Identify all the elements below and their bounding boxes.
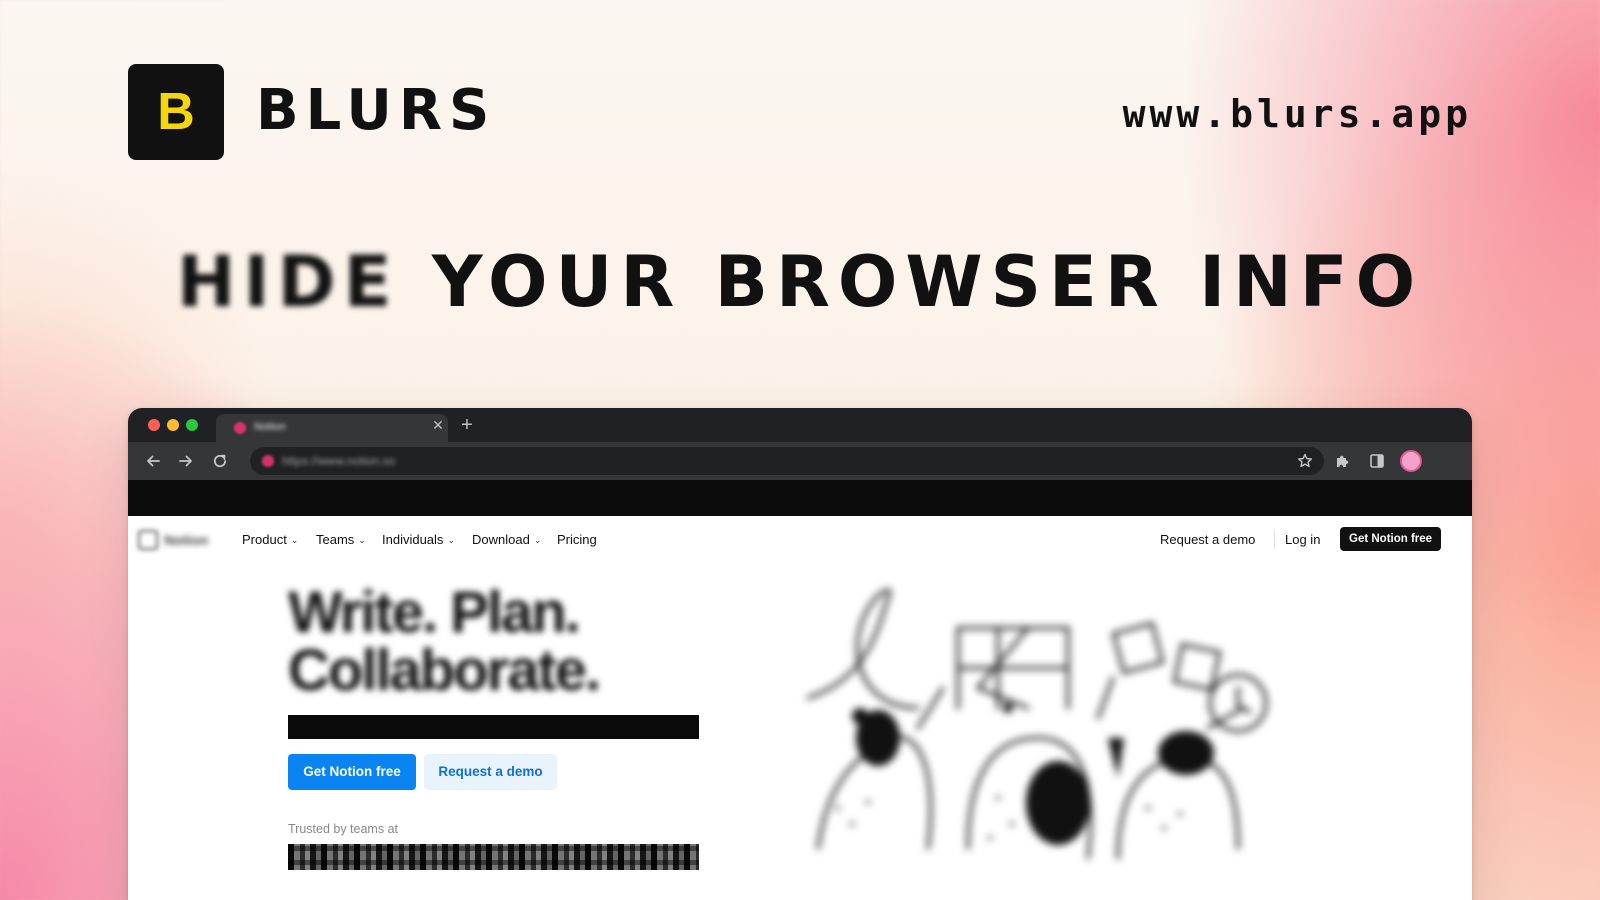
chevron-down-icon: ⌄ (358, 535, 366, 545)
new-tab-icon[interactable]: + (458, 415, 476, 435)
nav-download[interactable]: Download ⌄ (472, 532, 541, 548)
blurs-logo: B (128, 64, 224, 160)
nav-login[interactable]: Log in (1285, 532, 1320, 548)
notion-navbar: Notion Product ⌄ Teams ⌄ Individuals ⌄ D… (128, 516, 1472, 562)
close-tab-icon[interactable]: ✕ (430, 417, 446, 433)
headline-blurred-word: HIDE (176, 241, 400, 323)
nav-product[interactable]: Product ⌄ (242, 532, 298, 548)
trusted-by-label: Trusted by teams at (288, 822, 398, 836)
browser-toolbar: https://www.notion.so (128, 442, 1472, 480)
brand-name: BLURS (256, 78, 497, 143)
star-icon[interactable] (1296, 452, 1314, 470)
nav-individuals[interactable]: Individuals ⌄ (382, 532, 455, 548)
extensions-icon[interactable] (1334, 452, 1352, 470)
headline: HIDE YOUR BROWSER INFO (0, 240, 1600, 324)
redaction-bar (128, 480, 1472, 516)
hero-title-line2: Collaborate. (288, 638, 601, 703)
chevron-down-icon: ⌄ (447, 535, 455, 545)
nav-download-label: Download (472, 532, 530, 547)
profile-avatar[interactable] (1400, 450, 1422, 472)
maximize-window-button[interactable] (186, 419, 198, 431)
minimize-window-button[interactable] (167, 419, 179, 431)
back-icon[interactable] (144, 452, 162, 470)
tab-bar: Notion ✕ + (128, 408, 1472, 442)
browser-tab[interactable]: Notion (216, 414, 448, 442)
address-url: https://www.notion.so (282, 454, 396, 468)
hero-subtitle-redaction (288, 715, 699, 739)
tab-favicon-icon (234, 422, 246, 434)
close-window-button[interactable] (148, 419, 160, 431)
request-demo-button[interactable]: Request a demo (424, 754, 557, 790)
nav-teams-label: Teams (316, 532, 355, 547)
get-notion-free-button[interactable]: Get Notion free (288, 754, 416, 790)
hero-title-line1: Write. Plan. (288, 580, 581, 645)
get-notion-free-nav-button[interactable]: Get Notion free (1340, 527, 1442, 551)
nav-request-demo[interactable]: Request a demo (1160, 532, 1255, 548)
notion-logo-icon[interactable] (138, 530, 158, 550)
notion-logo-text[interactable]: Notion (164, 532, 208, 548)
hero-title: Write. Plan. Collaborate. (288, 584, 708, 700)
chevron-down-icon: ⌄ (533, 535, 542, 545)
nav-product-label: Product (242, 532, 287, 547)
pixelated-logos (288, 844, 699, 870)
nav-individuals-label: Individuals (382, 532, 444, 547)
address-bar[interactable]: https://www.notion.so (250, 447, 1324, 475)
site-url: www.blurs.app (1122, 92, 1472, 136)
reload-icon[interactable] (211, 452, 229, 470)
headline-rest: YOUR BROWSER INFO (399, 241, 1424, 323)
nav-teams[interactable]: Teams ⌄ (316, 532, 366, 548)
chevron-down-icon: ⌄ (290, 535, 299, 545)
logo-letter: B (157, 83, 195, 141)
side-panel-icon[interactable] (1368, 452, 1386, 470)
hero-illustration (806, 588, 1268, 860)
site-favicon-icon (262, 455, 274, 467)
forward-icon[interactable] (177, 452, 195, 470)
nav-divider (1274, 530, 1275, 548)
browser-window: Notion ✕ + https://www.notion.so Notion … (128, 408, 1472, 900)
tab-title: Notion (254, 421, 286, 433)
nav-pricing[interactable]: Pricing (557, 532, 597, 548)
